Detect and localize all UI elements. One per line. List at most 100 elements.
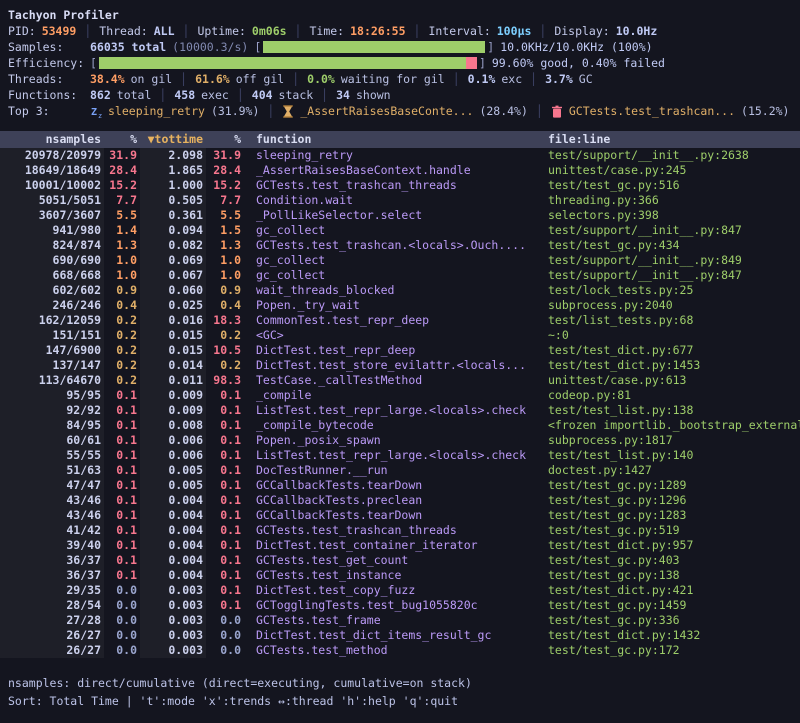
pct-direct-cell: 0.1 <box>104 568 140 583</box>
pct-direct-cell: 28.4 <box>104 163 140 178</box>
efficiency-label: Efficiency: <box>8 55 90 71</box>
function-cell: Popen._try_wait <box>244 298 544 313</box>
thread-stat-name: exc <box>501 71 522 87</box>
tottime-cell: 0.094 <box>140 223 206 238</box>
fileline-cell: test/test_list.py:140 <box>544 448 800 463</box>
pct-direct-cell: 0.1 <box>104 403 140 418</box>
pct-direct-cell: 0.1 <box>104 448 140 463</box>
bracket-open <box>90 55 97 71</box>
function-cell: sleeping_retry <box>244 148 544 163</box>
tottime-cell: 0.069 <box>140 253 206 268</box>
function-cell: Popen._posix_spawn <box>244 433 544 448</box>
table-row: 43/460.10.0040.1GCCallbackTests.tearDown… <box>0 508 800 523</box>
pct-cumulative-cell: 0.1 <box>206 448 244 463</box>
pct-direct-cell: 31.9 <box>104 148 140 163</box>
table-header: nsamples % ▼tottime % function file:line <box>0 131 800 148</box>
function-stat-value: 404 <box>252 87 273 103</box>
nsamples-cell: 941/980 <box>0 223 104 238</box>
function-stat-value: 34 <box>336 87 350 103</box>
samples-label: Samples: <box>8 39 90 55</box>
table-row: 47/470.10.0050.1GCCallbackTests.tearDown… <box>0 478 800 493</box>
tottime-cell: 0.025 <box>140 298 206 313</box>
fileline-cell: test/test_gc.py:138 <box>544 568 800 583</box>
function-cell: <GC> <box>244 328 544 343</box>
table-row: 10001/1000215.21.00015.2GCTests.test_tra… <box>0 178 800 193</box>
fileline-cell: test/test_gc.py:1459 <box>544 598 800 613</box>
fileline-cell: subprocess.py:2040 <box>544 298 800 313</box>
table-row: 39/400.10.0040.1DictTest.test_container_… <box>0 538 800 553</box>
pct-cumulative-cell: 0.0 <box>206 613 244 628</box>
pct-direct-cell: 0.4 <box>104 298 140 313</box>
nsamples-cell: 10001/10002 <box>0 178 104 193</box>
function-cell: TestCase._callTestMethod <box>244 373 544 388</box>
samples-rate: (10000.3/s) <box>172 39 248 55</box>
fileline-cell: ~:0 <box>544 328 800 343</box>
fileline-cell: unittest/case.py:613 <box>544 373 800 388</box>
tottime-cell: 0.004 <box>140 523 206 538</box>
display-label: Display: <box>554 23 609 39</box>
nsamples-cell: 151/151 <box>0 328 104 343</box>
function-stat-name: exec <box>201 87 229 103</box>
pct-cumulative-cell: 1.0 <box>206 268 244 283</box>
profile-table: nsamples % ▼tottime % function file:line… <box>0 131 800 658</box>
table-row: 246/2460.40.0250.4Popen._try_waitsubproc… <box>0 298 800 313</box>
pct-direct-cell: 0.1 <box>104 478 140 493</box>
separator <box>414 23 421 39</box>
pct-direct-cell: 0.0 <box>104 643 140 658</box>
function-cell: Condition.wait <box>244 193 544 208</box>
separator <box>267 103 274 119</box>
thread-stat-value: 38.4% <box>90 71 125 87</box>
fileline-cell: test/lock_tests.py:25 <box>544 283 800 298</box>
uptime-value: 0m06s <box>252 23 287 39</box>
pct-cumulative-cell: 0.1 <box>206 433 244 448</box>
tottime-cell: 0.011 <box>140 373 206 388</box>
display-value: 10.0Hz <box>616 23 658 39</box>
pct-cumulative-cell: 15.2 <box>206 178 244 193</box>
tottime-cell: 0.505 <box>140 193 206 208</box>
fileline-cell: unittest/case.py:245 <box>544 163 800 178</box>
table-row: 28/540.00.0030.1GCTogglingTests.test_bug… <box>0 598 800 613</box>
uptime-label: Uptime: <box>197 23 245 39</box>
fileline-cell: test/test_gc.py:519 <box>544 523 800 538</box>
function-cell: CommonTest.test_repr_deep <box>244 313 544 328</box>
top-function-name: _AssertRaisesBaseConte... <box>300 103 473 119</box>
nsamples-cell: 18649/18649 <box>0 163 104 178</box>
function-cell: GCTogglingTests.test_bug1055820c <box>244 598 544 613</box>
tottime-cell: 0.004 <box>140 553 206 568</box>
separator <box>539 23 546 39</box>
tottime-cell: 0.003 <box>140 643 206 658</box>
footer: nsamples: direct/cumulative (direct=exec… <box>0 674 800 710</box>
time-value: 18:26:55 <box>350 23 405 39</box>
pid-value: 53499 <box>42 23 77 39</box>
threads-label: Threads: <box>8 71 90 87</box>
fileline-cell: test/test_dict.py:677 <box>544 343 800 358</box>
nsamples-cell: 84/95 <box>0 418 104 433</box>
header-panel: Tachyon Profiler PID:53499 Thread:ALL Up… <box>0 0 800 119</box>
function-cell: ListTest.test_repr_large.<locals>.check <box>244 403 544 418</box>
column-header-pct-cumulative: % <box>206 131 244 148</box>
pct-direct-cell: 0.0 <box>104 598 140 613</box>
nsamples-cell: 39/40 <box>0 538 104 553</box>
nsamples-cell: 3607/3607 <box>0 208 104 223</box>
nsamples-cell: 137/147 <box>0 358 104 373</box>
nsamples-cell: 60/61 <box>0 433 104 448</box>
pct-direct-cell: 0.2 <box>104 373 140 388</box>
functions-label: Functions: <box>8 87 90 103</box>
tottime-cell: 0.004 <box>140 538 206 553</box>
pct-direct-cell: 0.1 <box>104 508 140 523</box>
table-row: 36/370.10.0040.1GCTests.test_instancetes… <box>0 568 800 583</box>
tottime-cell: 0.003 <box>140 583 206 598</box>
tottime-cell: 2.098 <box>140 148 206 163</box>
pct-cumulative-cell: 18.3 <box>206 313 244 328</box>
samples-total: 66035 total <box>90 39 166 55</box>
tottime-cell: 0.005 <box>140 463 206 478</box>
fileline-cell: test/support/__init__.py:847 <box>544 223 800 238</box>
thread-label: Thread: <box>99 23 147 39</box>
tottime-cell: 0.015 <box>140 343 206 358</box>
table-row: 602/6020.90.0600.9wait_threads_blockedte… <box>0 283 800 298</box>
separator <box>321 87 328 103</box>
thread-stat-value: 3.7% <box>545 71 573 87</box>
function-stat-value: 458 <box>174 87 195 103</box>
top3-line: Top 3: Zzsleeping_retry(31.9%)_AssertRai… <box>8 103 792 119</box>
pct-direct-cell: 0.2 <box>104 328 140 343</box>
